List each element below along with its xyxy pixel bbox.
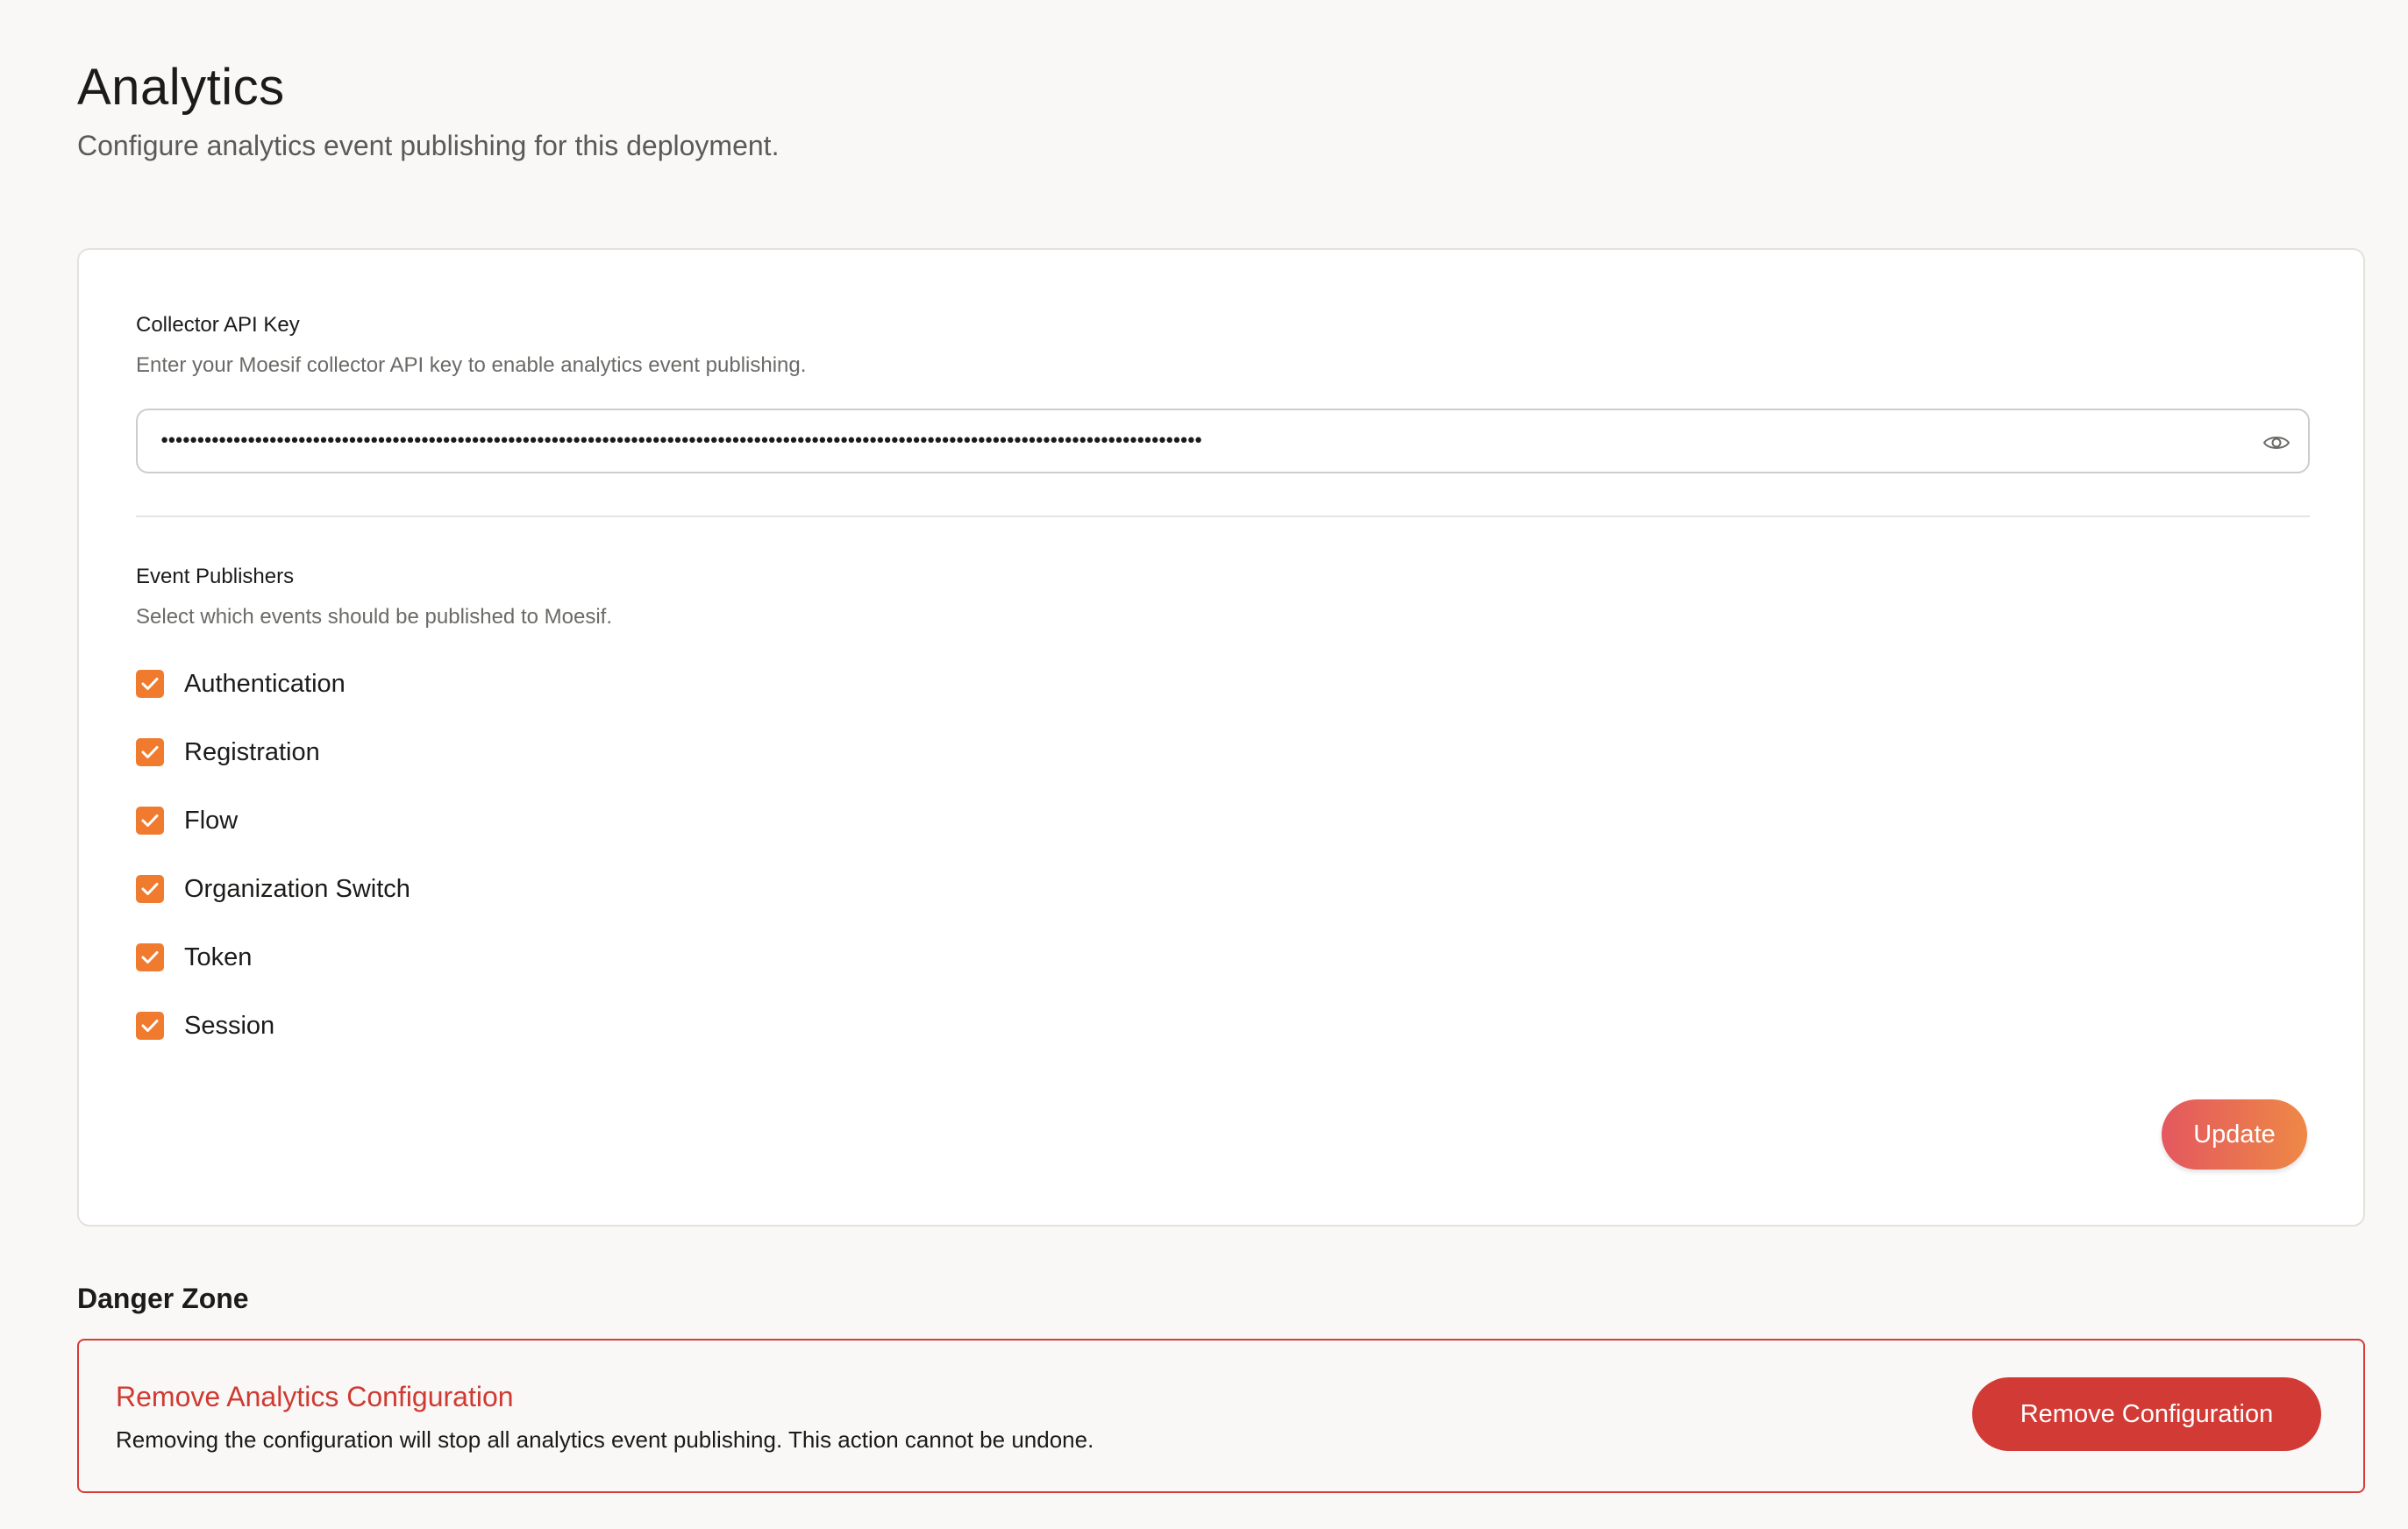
analytics-settings-page: Analytics Configure analytics event publ… xyxy=(0,0,2408,1529)
checkbox-registration[interactable] xyxy=(136,738,164,766)
publisher-session[interactable]: Session xyxy=(136,1008,274,1043)
publisher-organization-switch[interactable]: Organization Switch xyxy=(136,871,410,907)
publisher-label: Authentication xyxy=(184,669,346,698)
publisher-label: Token xyxy=(184,942,253,971)
event-publishers-help: Select which events should be published … xyxy=(136,605,612,629)
remove-configuration-button[interactable]: Remove Configuration xyxy=(1972,1377,2321,1451)
checkbox-token[interactable] xyxy=(136,943,164,971)
publisher-flow[interactable]: Flow xyxy=(136,803,238,838)
danger-zone-description: Removing the configuration will stop all… xyxy=(116,1426,1094,1453)
page-subtitle: Configure analytics event publishing for… xyxy=(77,130,780,161)
event-publishers-label: Event Publishers xyxy=(136,565,295,588)
checkbox-flow[interactable] xyxy=(136,807,164,835)
analytics-config-card: Collector API Key Enter your Moesif coll… xyxy=(77,248,2365,1227)
checkbox-session[interactable] xyxy=(136,1012,164,1040)
publisher-authentication[interactable]: Authentication xyxy=(136,666,346,701)
publisher-label: Organization Switch xyxy=(184,874,410,903)
publisher-label: Flow xyxy=(184,806,239,835)
checkbox-authentication[interactable] xyxy=(136,670,164,698)
publisher-token[interactable]: Token xyxy=(136,940,252,975)
danger-zone-heading: Remove Analytics Configuration xyxy=(116,1381,514,1412)
publisher-registration[interactable]: Registration xyxy=(136,735,320,770)
api-key-help: Enter your Moesif collector API key to e… xyxy=(136,353,807,377)
eye-icon[interactable] xyxy=(2259,425,2294,460)
danger-zone-card: Remove Analytics Configuration Removing … xyxy=(77,1339,2365,1493)
api-key-field[interactable] xyxy=(136,409,2310,473)
api-key-label: Collector API Key xyxy=(136,313,300,337)
section-divider xyxy=(136,516,2310,517)
api-key-input[interactable] xyxy=(159,410,2211,472)
publisher-label: Registration xyxy=(184,737,320,766)
publisher-label: Session xyxy=(184,1011,275,1040)
page-title: Analytics xyxy=(77,59,285,116)
update-button[interactable]: Update xyxy=(2162,1099,2307,1170)
danger-zone-title: Danger Zone xyxy=(77,1283,249,1314)
checkbox-organization-switch[interactable] xyxy=(136,875,164,903)
